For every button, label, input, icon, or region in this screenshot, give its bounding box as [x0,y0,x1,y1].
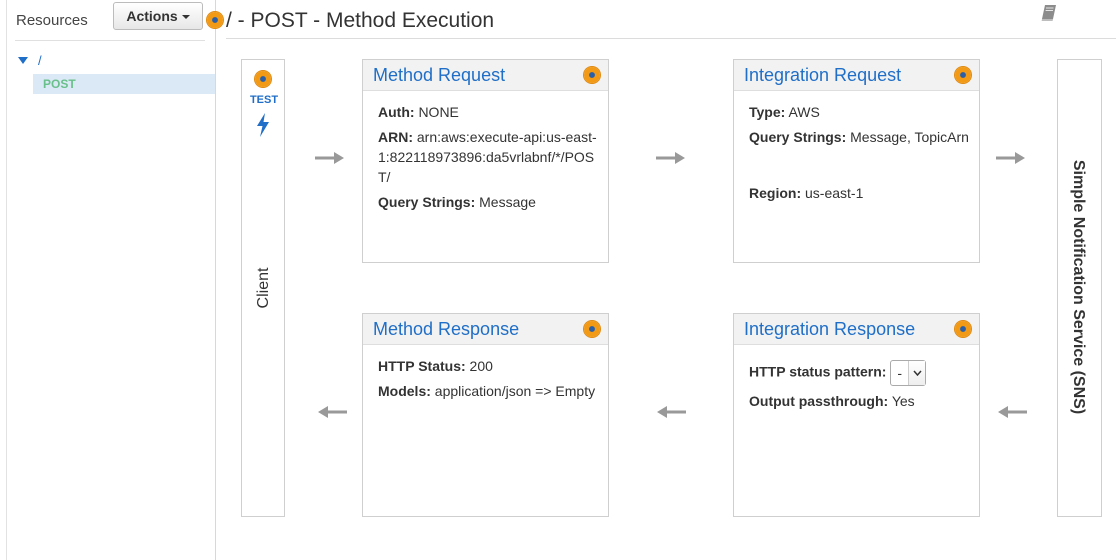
integration-response-header: Integration Response [734,314,979,345]
http-status-label: HTTP Status: [378,358,466,374]
status-pattern-value: - [897,365,902,381]
integration-response-help-icon[interactable] [955,321,971,337]
tree-item-root[interactable]: / [18,53,42,68]
auth-label: Auth: [378,104,415,120]
arrow-left-icon [318,406,347,418]
query-strings-value: Message [479,194,536,210]
resources-title: Resources [16,12,88,29]
arrow-right-icon [315,152,344,164]
header-divider [226,38,1116,39]
actions-button-label: Actions [126,8,178,24]
integration-response-title[interactable]: Integration Response [744,319,915,339]
region-value: us-east-1 [805,185,864,201]
arrow-right-icon [996,152,1025,164]
sidebar-edge [0,0,7,560]
integration-response-panel: Integration Response HTTP status pattern… [733,313,980,517]
arrow-left-icon [998,406,1027,418]
arn-label: ARN: [378,129,413,145]
expand-triangle-icon[interactable] [18,57,28,64]
integration-query-value: Message, TopicArn [850,129,969,145]
integration-request-help-icon[interactable] [955,67,971,83]
auth-value: NONE [418,104,459,120]
models-label: Models: [378,383,431,399]
chevron-down-icon [908,361,925,385]
help-icon[interactable] [207,12,223,28]
passthrough-row: Output passthrough: Yes [749,391,969,411]
method-response-help-icon[interactable] [584,321,600,337]
passthrough-value: Yes [891,393,915,409]
query-strings-row: Query Strings: Message [378,192,598,212]
models-row: Models: application/json => Empty [378,381,598,401]
tree-root-label: / [38,53,42,68]
lightning-bolt-icon[interactable] [254,112,272,138]
http-status-row: HTTP Status: 200 [378,356,598,376]
actions-button[interactable]: Actions [113,2,203,30]
method-response-header: Method Response [363,314,608,345]
type-value: AWS [788,104,820,120]
passthrough-label: Output passthrough: [749,393,889,409]
method-request-help-icon[interactable] [584,67,600,83]
status-pattern-select[interactable]: - [890,360,926,386]
models-value: application/json => Empty [434,383,596,399]
type-label: Type: [749,104,786,120]
client-help-icon[interactable] [255,71,271,87]
integration-request-panel: Integration Request Type: AWS Query Stri… [733,59,980,263]
region-label: Region: [749,185,802,201]
query-strings-label: Query Strings: [378,194,476,210]
http-status-value: 200 [469,358,493,374]
integration-request-header: Integration Request [734,60,979,91]
method-response-panel: Method Response HTTP Status: 200 Models:… [362,313,609,517]
status-pattern-row: HTTP status pattern: - [749,360,969,386]
region-row: Region: us-east-1 [749,183,969,203]
tree-item-post[interactable]: POST [33,74,215,94]
integration-query-label: Query Strings: [749,129,847,145]
integration-query-row: Query Strings: Message, TopicArn [749,127,969,147]
auth-row: Auth: NONE [378,102,598,122]
documentation-book-icon[interactable] [1039,3,1059,23]
caret-down-icon [181,15,190,19]
arrow-left-icon [657,406,686,418]
sidebar-divider [15,40,205,41]
status-pattern-label: HTTP status pattern: [749,363,887,380]
integration-request-title[interactable]: Integration Request [744,65,901,85]
method-request-title[interactable]: Method Request [373,65,505,85]
method-request-panel: Method Request Auth: NONE ARN: arn:aws:e… [362,59,609,263]
type-row: Type: AWS [749,102,969,122]
method-request-header: Method Request [363,60,608,91]
test-link[interactable]: TEST [248,94,280,106]
service-label: Simple Notification Service (SNS) [1070,159,1087,415]
arrow-right-icon [656,152,685,164]
client-label: Client [255,267,272,309]
method-response-title[interactable]: Method Response [373,319,519,339]
arn-row: ARN: arn:aws:execute-api:us-east-1:82211… [378,127,598,187]
page-title: / - POST - Method Execution [226,9,495,32]
